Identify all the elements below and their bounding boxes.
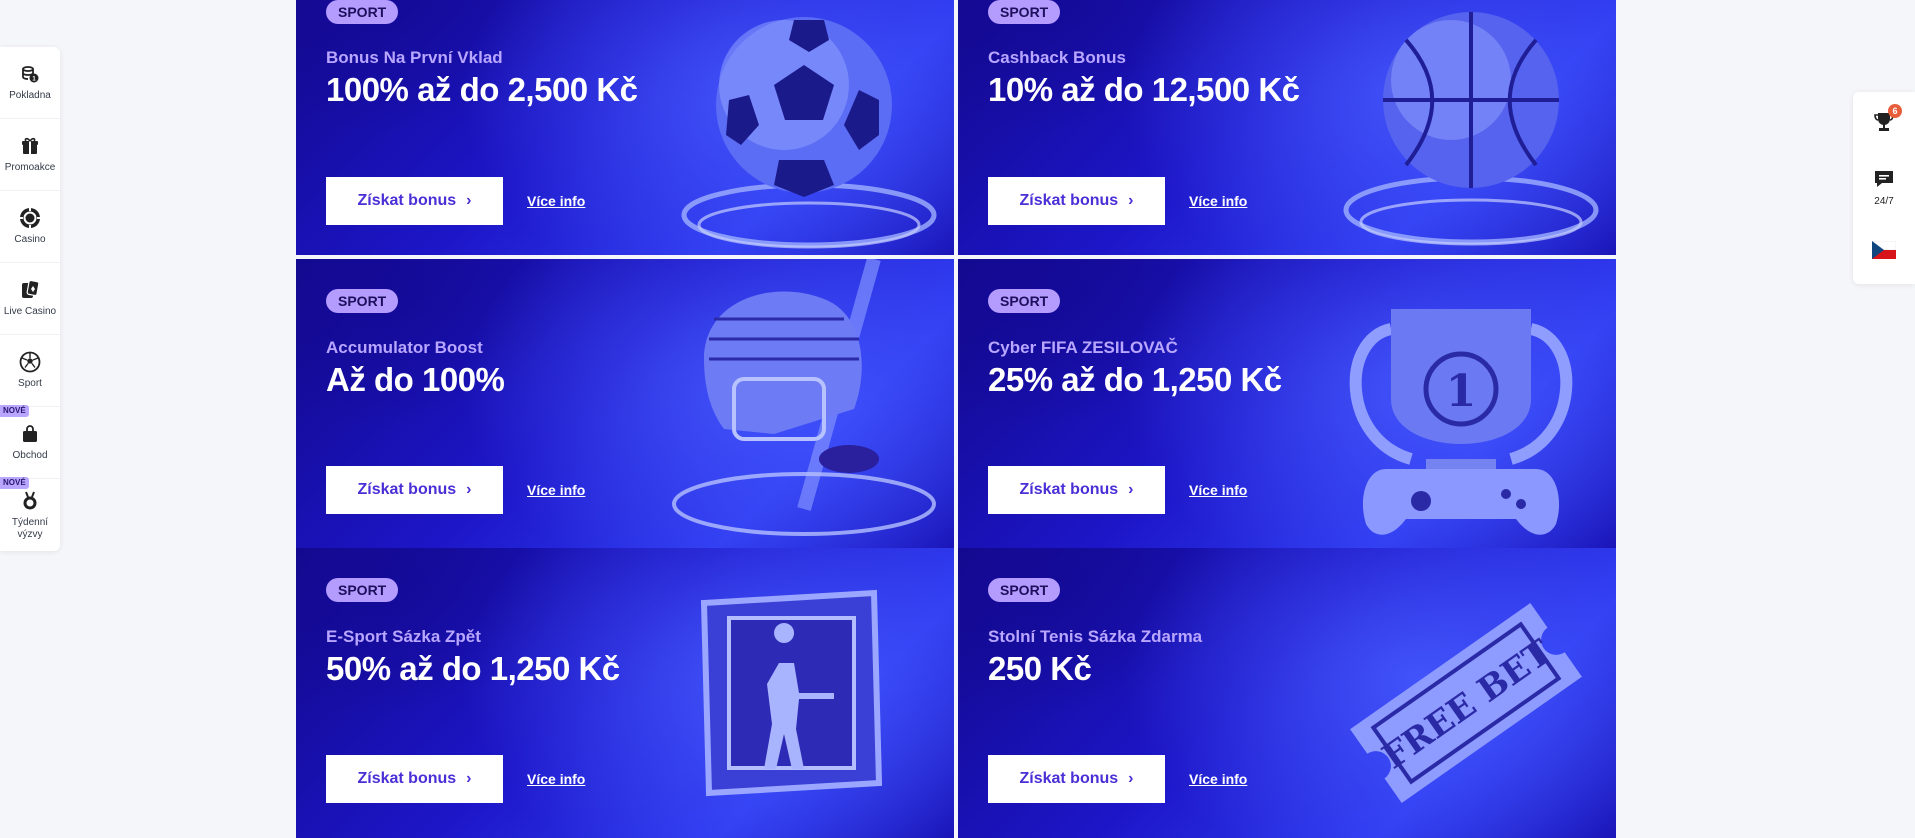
soccer-ball-icon xyxy=(19,351,41,373)
get-bonus-button[interactable]: Získat bonus › xyxy=(988,755,1165,803)
chevron-right-icon: › xyxy=(1128,770,1134,787)
chevron-right-icon: › xyxy=(466,770,472,787)
get-bonus-button[interactable]: Získat bonus › xyxy=(326,177,503,225)
sidebar-item-sport[interactable]: Sport xyxy=(0,335,60,407)
sidebar-item-casino[interactable]: Casino xyxy=(0,191,60,263)
cards-icon xyxy=(19,279,41,301)
promo-card-esport: SPORT E-Sport Sázka Zpět 50% až do 1,250… xyxy=(296,548,954,838)
trophy-count-badge: 6 xyxy=(1888,104,1902,118)
get-bonus-label: Získat bonus xyxy=(1019,481,1119,498)
get-bonus-button[interactable]: Získat bonus › xyxy=(326,466,503,514)
get-bonus-button[interactable]: Získat bonus › xyxy=(988,177,1165,225)
get-bonus-button[interactable]: Získat bonus › xyxy=(988,466,1165,514)
category-tag: SPORT xyxy=(988,289,1061,313)
czech-flag-icon xyxy=(1871,240,1897,263)
promo-card-cashback: SPORT Cashback Bonus 10% až do 12,500 Kč… xyxy=(958,0,1616,255)
chevron-right-icon: › xyxy=(1128,481,1134,498)
promo-subtitle: Stolní Tenis Sázka Zdarma xyxy=(988,627,1203,646)
sidebar-item-label: Casino xyxy=(14,234,46,245)
hockey-helmet-art xyxy=(672,259,936,536)
chevron-right-icon: › xyxy=(1128,192,1134,209)
shopping-bag-icon xyxy=(19,423,41,445)
promo-subtitle: E-Sport Sázka Zpět xyxy=(326,627,481,646)
get-bonus-label: Získat bonus xyxy=(357,770,457,787)
sidebar-item-label: Pokladna xyxy=(9,90,51,101)
sidebar-item-pokladna[interactable]: 1 Pokladna xyxy=(0,47,60,119)
category-tag: SPORT xyxy=(326,578,399,602)
promo-card-first-deposit: SPORT Bonus Na První Vklad 100% až do 2,… xyxy=(296,0,954,255)
trophy-gamepad-art: 1 xyxy=(1349,309,1573,535)
sidebar-item-label: Sport xyxy=(18,378,42,389)
promo-card-cyber-fifa: SPORT Cyber FIFA ZESILOVAČ 25% až do 1,2… xyxy=(958,259,1616,549)
sidebar-item-tydenni-vyzvy[interactable]: NOVÉ Týdenní výzvy xyxy=(0,477,60,551)
chevron-right-icon: › xyxy=(466,481,472,498)
category-tag: SPORT xyxy=(326,289,399,313)
svg-text:1: 1 xyxy=(1446,366,1477,417)
promo-subtitle: Accumulator Boost xyxy=(326,338,483,357)
chevron-right-icon: › xyxy=(466,192,472,209)
promo-subtitle: Cashback Bonus xyxy=(988,48,1126,67)
new-badge: NOVÉ xyxy=(0,405,29,417)
more-info-link[interactable]: Více info xyxy=(1189,482,1247,498)
get-bonus-label: Získat bonus xyxy=(1019,770,1119,787)
sidebar-item-promoakce[interactable]: Promoakce xyxy=(0,119,60,191)
get-bonus-label: Získat bonus xyxy=(1019,192,1119,209)
category-tag: SPORT xyxy=(988,0,1061,24)
promo-card-accumulator: SPORT Accumulator Boost Až do 100% Získa… xyxy=(296,259,954,549)
casino-chip-icon xyxy=(19,207,41,229)
more-info-link[interactable]: Více info xyxy=(1189,771,1247,787)
more-info-link[interactable]: Více info xyxy=(527,771,585,787)
get-bonus-label: Získat bonus xyxy=(357,481,457,498)
esport-soldier-art xyxy=(700,589,883,797)
promo-headline: Až do 100% xyxy=(326,361,505,398)
trophy-button[interactable]: 6 xyxy=(1853,92,1915,156)
promo-subtitle: Bonus Na První Vklad xyxy=(326,48,503,67)
promo-subtitle: Cyber FIFA ZESILOVAČ xyxy=(988,338,1178,357)
promo-headline: 50% až do 1,250 Kč xyxy=(326,650,620,687)
gift-icon xyxy=(19,135,41,157)
new-badge: NOVÉ xyxy=(0,477,29,489)
category-tag: SPORT xyxy=(988,578,1061,602)
medal-icon xyxy=(19,490,41,512)
left-sidebar: 1 Pokladna Promoakce Casino Live Casino … xyxy=(0,47,60,551)
chat-icon xyxy=(1873,169,1895,193)
right-sidebar: 6 24/7 xyxy=(1853,92,1915,284)
sidebar-item-obchod[interactable]: NOVÉ Obchod xyxy=(0,405,60,479)
get-bonus-button[interactable]: Získat bonus › xyxy=(326,755,503,803)
coins-icon: 1 xyxy=(19,63,41,85)
support-hours-label: 24/7 xyxy=(1874,196,1894,207)
get-bonus-label: Získat bonus xyxy=(357,192,457,209)
promo-headline: 10% až do 12,500 Kč xyxy=(988,71,1300,108)
more-info-link[interactable]: Více info xyxy=(527,193,585,209)
sidebar-item-live-casino[interactable]: Live Casino xyxy=(0,263,60,335)
more-info-link[interactable]: Více info xyxy=(527,482,585,498)
sidebar-item-label: Týdenní výzvy xyxy=(11,516,49,540)
free-bet-ticket-art: FREE BET xyxy=(1350,603,1582,803)
promo-headline: 100% až do 2,500 Kč xyxy=(326,71,638,108)
sidebar-item-label: Obchod xyxy=(12,450,48,461)
promo-headline: 25% až do 1,250 Kč xyxy=(988,361,1282,398)
category-tag: SPORT xyxy=(326,0,399,24)
basketball-art xyxy=(1343,12,1599,246)
promo-headline: 250 Kč xyxy=(988,650,1092,687)
sidebar-item-label: Promoakce xyxy=(4,162,56,173)
support-chat-button[interactable]: 24/7 xyxy=(1853,156,1915,220)
more-info-link[interactable]: Více info xyxy=(1189,193,1247,209)
sidebar-item-label: Live Casino xyxy=(3,306,57,317)
promo-card-table-tennis: SPORT Stolní Tenis Sázka Zdarma 250 Kč Z… xyxy=(958,548,1616,838)
language-selector[interactable] xyxy=(1853,220,1915,284)
soccer-ball-art xyxy=(681,17,937,249)
